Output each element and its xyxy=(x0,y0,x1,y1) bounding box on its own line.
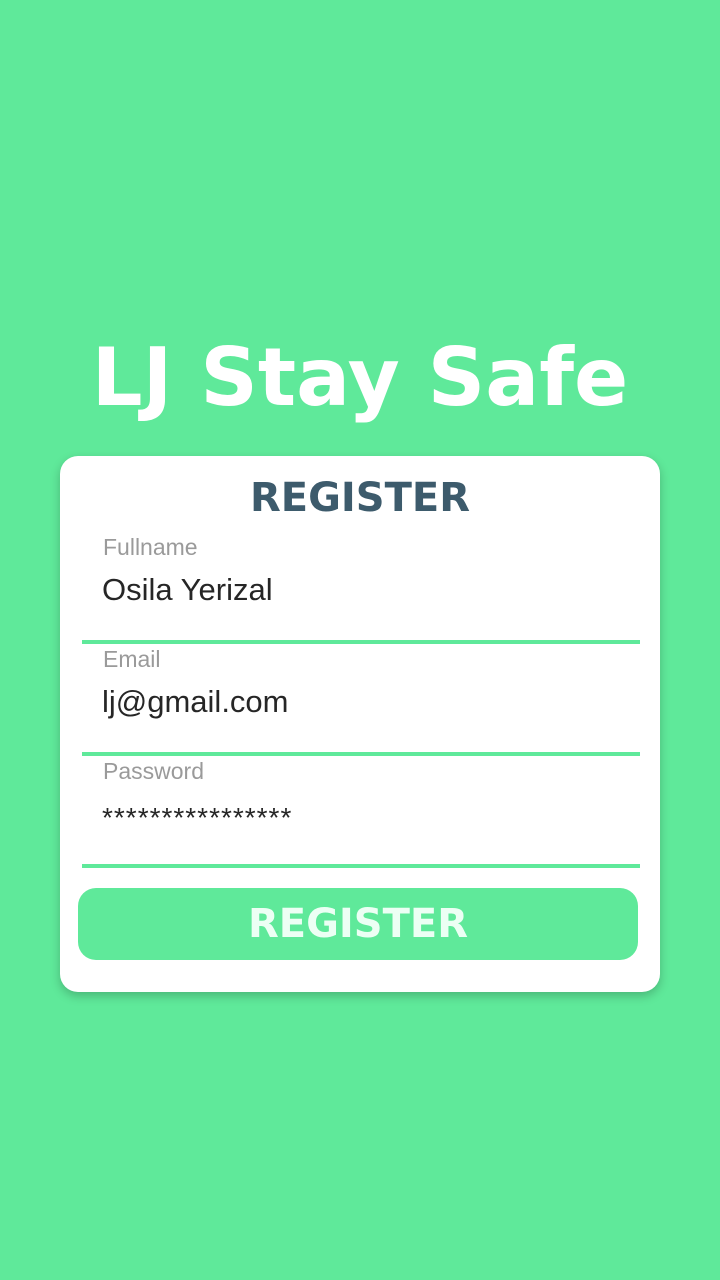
fullname-field: Fullname xyxy=(82,532,640,644)
register-button[interactable]: REGISTER xyxy=(78,888,638,960)
app-title: LJ Stay Safe xyxy=(91,331,629,424)
password-label: Password xyxy=(103,758,204,784)
register-heading: REGISTER xyxy=(249,475,471,521)
email-input[interactable] xyxy=(102,682,622,722)
fullname-input[interactable] xyxy=(102,570,622,610)
password-field: Password xyxy=(82,756,640,868)
password-input[interactable] xyxy=(102,798,622,838)
email-field: Email xyxy=(82,644,640,756)
email-label: Email xyxy=(103,646,161,672)
fullname-label: Fullname xyxy=(103,534,198,560)
password-underline xyxy=(82,864,640,868)
